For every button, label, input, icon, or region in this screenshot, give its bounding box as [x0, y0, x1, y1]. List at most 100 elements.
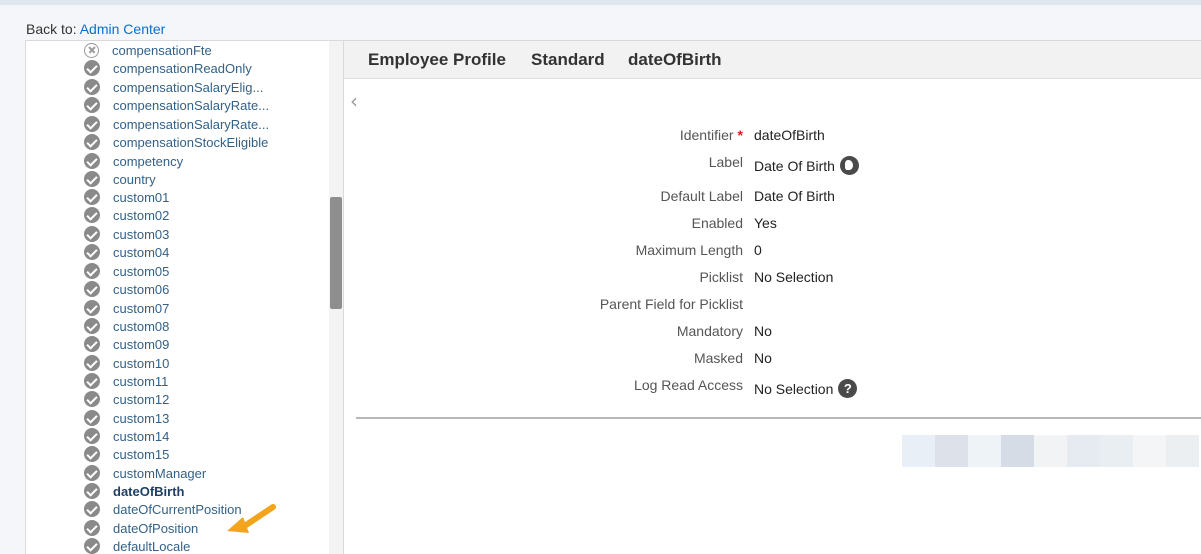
field-list-label: customManager: [113, 465, 207, 481]
property-label: Log Read Access: [634, 377, 743, 393]
checkmark-icon: [84, 446, 100, 462]
property-value-text: No: [754, 350, 772, 366]
field-list-item[interactable]: custom13: [84, 409, 169, 427]
scrollbar-thumb[interactable]: [330, 197, 342, 309]
breadcrumb-standard[interactable]: Standard: [531, 50, 605, 70]
field-list-label: custom01: [113, 189, 170, 205]
property-value: dateOfBirth: [754, 127, 825, 143]
property-value-text: No Selection: [754, 269, 834, 285]
field-list-label: compensationSalaryRate...: [113, 116, 270, 132]
field-list-item[interactable]: custom15: [84, 445, 169, 463]
checkmark-icon: [84, 207, 100, 223]
field-list-item[interactable]: compensationSalaryRate...: [84, 115, 269, 133]
checkmark-icon: [84, 300, 100, 316]
redacted-area: [902, 435, 1199, 467]
field-list-label: custom07: [113, 300, 170, 316]
checkmark-icon: [84, 483, 100, 499]
field-list-item[interactable]: custom07: [84, 299, 169, 317]
checkmark-icon: [84, 281, 100, 297]
property-value: No Selection: [754, 269, 833, 285]
breadcrumb-employee-profile[interactable]: Employee Profile: [368, 50, 506, 70]
field-list-item[interactable]: custom04: [84, 243, 169, 261]
field-list-label: custom11: [113, 373, 169, 389]
back-to-nav: Back to: Admin Center: [26, 21, 165, 37]
checkmark-icon: [84, 244, 100, 260]
field-list-item[interactable]: compensationStockEligible: [84, 133, 268, 151]
field-list-label: custom14: [113, 428, 170, 444]
checkmark-icon: [84, 134, 100, 150]
property-label: Default Label: [660, 188, 743, 204]
property-label-text: Enabled: [691, 215, 743, 231]
field-list-label: custom10: [113, 355, 170, 371]
field-list-label: competency: [113, 153, 184, 169]
property-label: Picklist: [699, 269, 743, 285]
field-list-label: compensationStockEligible: [113, 134, 269, 150]
property-value-text: Date Of Birth: [754, 157, 835, 174]
field-list-item[interactable]: custom05: [84, 262, 169, 280]
checkmark-icon: [84, 391, 100, 407]
field-list-label: custom04: [113, 244, 170, 260]
checkmark-icon: [84, 318, 100, 334]
field-list-item[interactable]: compensationSalaryRate...: [84, 96, 269, 114]
property-value: No: [754, 350, 772, 366]
field-list-label: country: [113, 171, 156, 187]
field-list-label: custom06: [113, 281, 170, 297]
admin-center-link[interactable]: Admin Center: [80, 21, 166, 37]
field-list-item[interactable]: custom01: [84, 188, 169, 206]
field-list-label: custom05: [113, 263, 170, 279]
checkmark-icon: [84, 97, 100, 113]
field-list-item[interactable]: dateOfBirth: [84, 482, 185, 500]
field-list-item[interactable]: custom11: [84, 372, 168, 390]
field-list-item[interactable]: custom03: [84, 225, 169, 243]
property-label: Parent Field for Picklist: [600, 296, 743, 312]
property-value: Date Of Birth: [754, 156, 859, 175]
checkmark-icon: [84, 428, 100, 444]
field-list-label: custom08: [113, 318, 170, 334]
property-value-text: No Selection: [754, 380, 834, 397]
checkmark-icon: [84, 538, 100, 554]
disabled-x-icon: [84, 42, 99, 58]
property-value: 0: [754, 242, 762, 258]
checkmark-icon: [84, 116, 100, 132]
field-list-item[interactable]: country: [84, 170, 156, 188]
field-list-item[interactable]: custom10: [84, 354, 169, 372]
checkmark-icon: [84, 355, 100, 371]
checkmark-icon: [84, 153, 100, 169]
checkmark-icon: [84, 410, 100, 426]
property-label-text: Maximum Length: [635, 242, 743, 258]
field-list-label: compensationReadOnly: [113, 60, 252, 76]
field-list-label: compensationSalaryRate...: [113, 97, 270, 113]
field-list-label: custom15: [113, 446, 170, 462]
field-list-item[interactable]: compensationSalaryElig...: [84, 78, 263, 96]
field-list-item[interactable]: custom08: [84, 317, 169, 335]
checkmark-icon: [84, 171, 100, 187]
checkmark-icon: [84, 189, 100, 205]
chevron-left-icon[interactable]: ‹: [350, 89, 358, 113]
globe-icon[interactable]: [839, 156, 859, 175]
field-list-item[interactable]: compensationReadOnly: [84, 59, 252, 77]
field-list-item[interactable]: defaultLocale: [84, 537, 190, 554]
top-bar: [0, 0, 1201, 5]
field-list-item[interactable]: customManager: [84, 464, 206, 482]
field-list-item[interactable]: custom06: [84, 280, 169, 298]
property-value-text: No: [754, 323, 772, 339]
field-list-item[interactable]: custom12: [84, 390, 169, 408]
field-list-item[interactable]: dateOfPosition: [84, 519, 198, 537]
required-asterisk: *: [737, 127, 743, 143]
field-list-item[interactable]: custom14: [84, 427, 169, 445]
field-list-item[interactable]: custom02: [84, 206, 169, 224]
field-list-label: compensationFte: [112, 42, 212, 58]
property-label-text: Label: [708, 154, 743, 170]
field-list-label: custom03: [113, 226, 170, 242]
field-detail-panel: Employee Profile Standard dateOfBirth ‹ …: [343, 40, 1201, 554]
field-list-item[interactable]: custom09: [84, 335, 169, 353]
field-list-label: defaultLocale: [113, 538, 191, 554]
help-icon[interactable]: ?: [838, 379, 858, 398]
property-label: Label: [709, 154, 743, 170]
property-value: No Selection?: [754, 379, 858, 398]
field-list-item[interactable]: competency: [84, 152, 183, 170]
field-list-label: dateOfBirth: [113, 483, 185, 499]
property-label: Maximum Length: [636, 242, 743, 258]
field-list-item[interactable]: compensationFte: [84, 41, 212, 59]
field-list-item[interactable]: dateOfCurrentPosition: [84, 500, 242, 518]
